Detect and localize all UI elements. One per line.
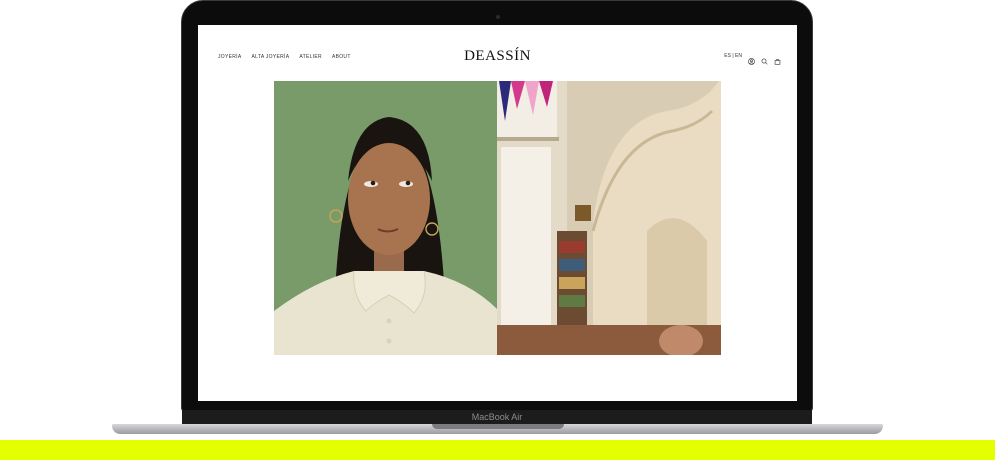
device-model-label: MacBook Air <box>471 412 523 422</box>
account-icon[interactable] <box>748 52 755 65</box>
language-switch[interactable]: ES | EN <box>724 53 742 59</box>
laptop-base <box>112 424 883 434</box>
camera-icon <box>496 15 500 19</box>
hero-staircase-image[interactable] <box>497 81 721 355</box>
accent-band <box>0 440 995 460</box>
laptop-hinge: MacBook Air <box>182 410 812 424</box>
header-tools: ES | EN <box>724 52 781 65</box>
hero-portrait-image[interactable] <box>274 81 497 355</box>
bag-icon[interactable] <box>774 52 781 65</box>
laptop-lid: JOYERÍA ALTA JOYERÍA ATELIER ABOUT DEASS… <box>181 0 813 412</box>
browser-screen: JOYERÍA ALTA JOYERÍA ATELIER ABOUT DEASS… <box>198 25 797 401</box>
brand-logo[interactable]: DEASSÍN <box>198 48 797 65</box>
laptop-base-notch <box>432 424 564 429</box>
search-icon[interactable] <box>761 52 768 65</box>
